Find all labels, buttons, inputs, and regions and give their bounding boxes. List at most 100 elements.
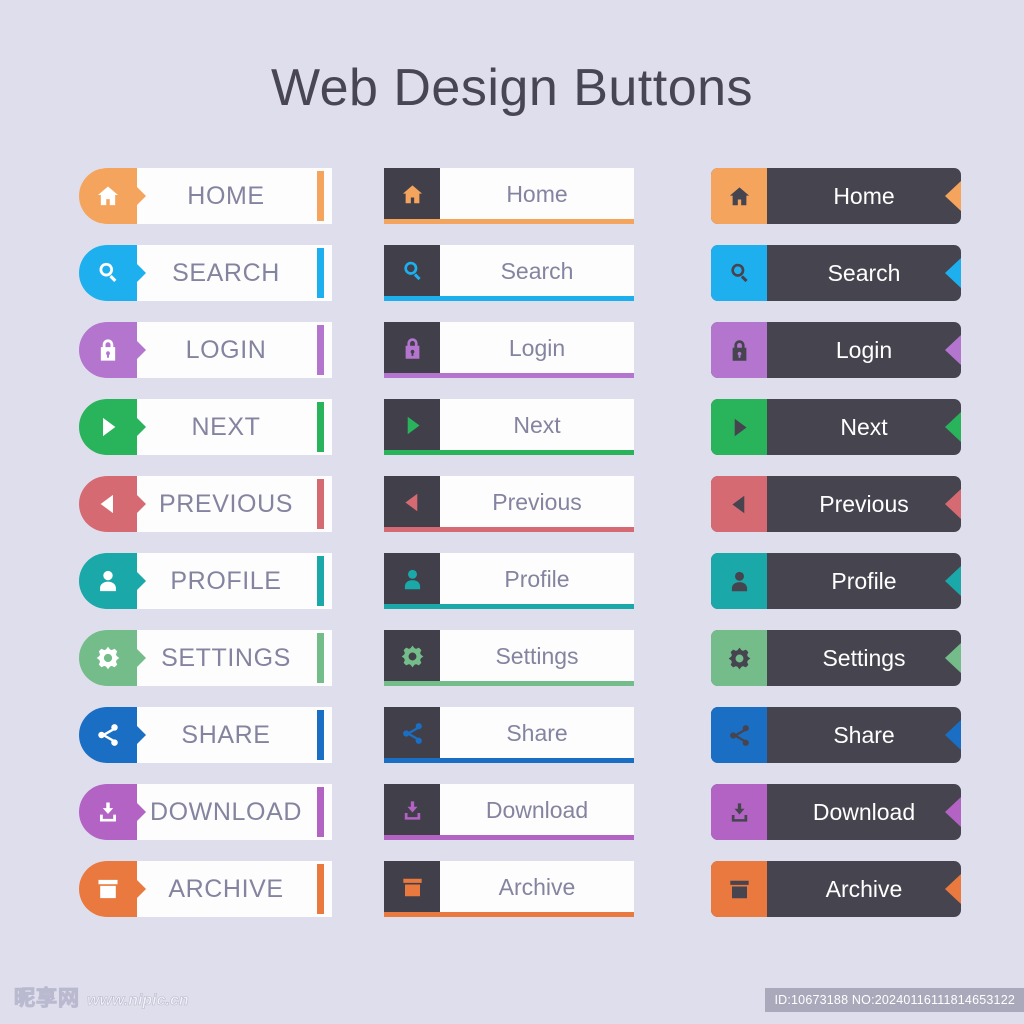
- button-body: Settings: [711, 630, 961, 686]
- button-icon-badge: [79, 707, 137, 763]
- button-end-bar: [317, 787, 324, 837]
- button-label: SETTINGS: [161, 643, 291, 672]
- button-search-pill[interactable]: SEARCH: [79, 245, 332, 301]
- pill-button-row: HOME: [79, 168, 332, 245]
- underline-button-row: Share: [384, 707, 634, 784]
- play-icon: [103, 417, 116, 437]
- button-login-underline[interactable]: Login: [384, 322, 634, 378]
- button-next-underline[interactable]: Next: [384, 399, 634, 455]
- button-login-pill[interactable]: LOGIN: [79, 322, 332, 378]
- button-notch: [945, 335, 961, 365]
- button-download-pill[interactable]: DOWNLOAD: [79, 784, 332, 840]
- button-icon-box: [384, 707, 440, 759]
- play-icon: [734, 418, 747, 436]
- button-body: Download: [711, 784, 961, 840]
- underline-button-row: Next: [384, 399, 634, 476]
- button-share-dark[interactable]: Share: [711, 707, 961, 763]
- button-label: Archive: [825, 875, 903, 902]
- button-body: Previous: [711, 476, 961, 532]
- button-search-underline[interactable]: Search: [384, 245, 634, 301]
- button-icon-box: [384, 476, 440, 528]
- button-icon-box: [711, 553, 767, 609]
- lock-icon: [405, 337, 419, 359]
- button-settings-underline[interactable]: Settings: [384, 630, 634, 686]
- button-archive-pill[interactable]: ARCHIVE: [79, 861, 332, 917]
- button-download-dark[interactable]: Download: [711, 784, 961, 840]
- user-icon: [100, 570, 116, 592]
- button-profile-dark[interactable]: Profile: [711, 553, 961, 609]
- button-search-dark[interactable]: Search: [711, 245, 961, 301]
- button-home-dark[interactable]: Home: [711, 168, 961, 224]
- underline-button-row: Search: [384, 245, 634, 322]
- button-end-bar: [317, 556, 324, 606]
- button-home-pill[interactable]: HOME: [79, 168, 332, 224]
- dark-button-row: Profile: [711, 553, 961, 630]
- button-previous-underline[interactable]: Previous: [384, 476, 634, 532]
- button-download-underline[interactable]: Download: [384, 784, 634, 840]
- button-label: HOME: [187, 181, 265, 210]
- button-icon-box: [384, 168, 440, 220]
- dark-button-row: Login: [711, 322, 961, 399]
- button-body: Search: [711, 245, 961, 301]
- button-icon-box: [384, 245, 440, 297]
- button-archive-underline[interactable]: Archive: [384, 861, 634, 917]
- search-icon: [730, 263, 748, 282]
- button-icon-badge: [79, 784, 137, 840]
- button-icon-box: [384, 553, 440, 605]
- button-icon-box: [711, 245, 767, 301]
- dark-button-row: Archive: [711, 861, 961, 938]
- button-next-pill[interactable]: NEXT: [79, 399, 332, 455]
- button-label: PROFILE: [170, 566, 282, 595]
- button-body: Profile: [711, 553, 961, 609]
- underline-button-row: Profile: [384, 553, 634, 630]
- button-share-underline[interactable]: Share: [384, 707, 634, 763]
- watermark: 昵享网 www.nipic.cn: [14, 982, 189, 1012]
- button-end-bar: [317, 864, 324, 914]
- button-icon-box: [711, 784, 767, 840]
- button-underline: [384, 527, 634, 532]
- button-settings-dark[interactable]: Settings: [711, 630, 961, 686]
- button-underline: [384, 450, 634, 455]
- image-id-badge: ID:10673188 NO:20240116111814653122: [765, 988, 1024, 1012]
- button-label: Archive: [498, 873, 576, 900]
- button-notch: [945, 874, 961, 904]
- button-underline: [384, 758, 634, 763]
- button-label: Login: [508, 334, 566, 361]
- button-profile-underline[interactable]: Profile: [384, 553, 634, 609]
- pill-button-row: PREVIOUS: [79, 476, 332, 553]
- button-icon-box: [384, 784, 440, 836]
- dark-button-row: Download: [711, 784, 961, 861]
- button-icon-badge: [79, 322, 137, 378]
- button-underline: [384, 296, 634, 301]
- button-body: Share: [711, 707, 961, 763]
- button-end-bar: [317, 479, 324, 529]
- search-icon: [99, 262, 117, 282]
- pill-button-row: PROFILE: [79, 553, 332, 630]
- button-columns: HOME SEARCH LOGIN NEXT PREVIOUS PROFILE SETTIN…: [0, 168, 1024, 938]
- button-previous-dark[interactable]: Previous: [711, 476, 961, 532]
- button-underline: [384, 604, 634, 609]
- button-underline: [384, 373, 634, 378]
- home-icon: [402, 184, 422, 203]
- download-icon: [99, 802, 117, 822]
- button-settings-pill[interactable]: SETTINGS: [79, 630, 332, 686]
- back-icon: [731, 495, 744, 513]
- button-previous-pill[interactable]: PREVIOUS: [79, 476, 332, 532]
- button-icon-badge: [79, 476, 137, 532]
- button-end-bar: [317, 171, 324, 221]
- button-login-dark[interactable]: Login: [711, 322, 961, 378]
- button-icon-box: [711, 168, 767, 224]
- button-label: Download: [485, 796, 589, 823]
- underline-button-row: Home: [384, 168, 634, 245]
- button-label: SEARCH: [172, 258, 280, 287]
- share-icon: [402, 722, 422, 744]
- button-share-pill[interactable]: SHARE: [79, 707, 332, 763]
- button-icon-box: [384, 322, 440, 374]
- button-label: Profile: [504, 565, 570, 592]
- button-profile-pill[interactable]: PROFILE: [79, 553, 332, 609]
- button-archive-dark[interactable]: Archive: [711, 861, 961, 917]
- button-home-underline[interactable]: Home: [384, 168, 634, 224]
- button-next-dark[interactable]: Next: [711, 399, 961, 455]
- button-label: DOWNLOAD: [149, 797, 303, 826]
- button-icon-box: [711, 630, 767, 686]
